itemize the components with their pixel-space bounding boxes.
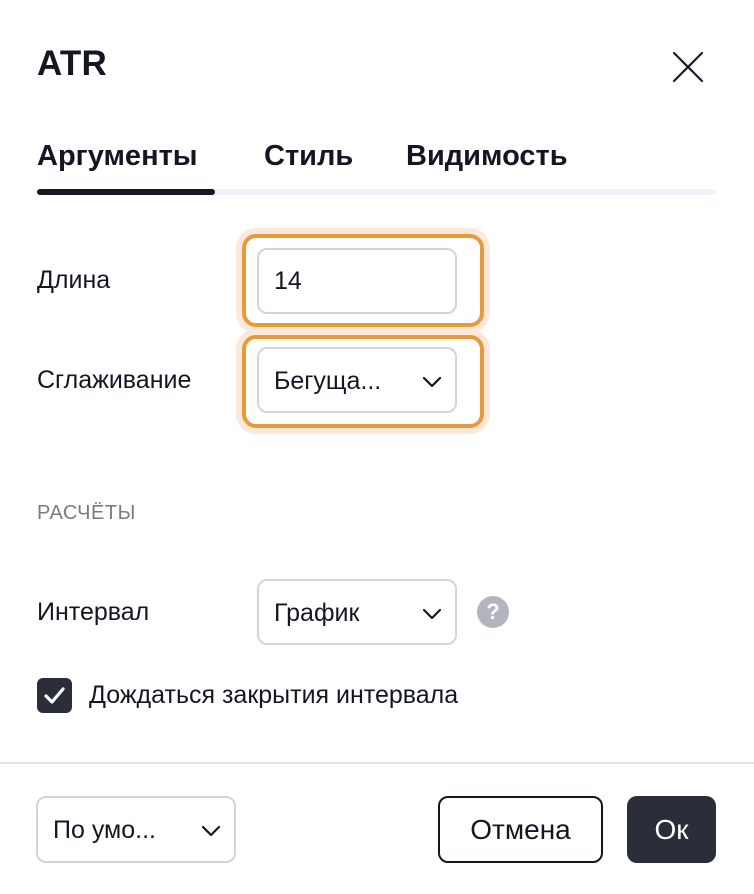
length-input[interactable] — [274, 267, 444, 296]
interval-label: Интервал — [37, 598, 150, 626]
interval-value: График — [274, 599, 360, 627]
tab-visibility[interactable]: Видимость — [406, 140, 568, 173]
interval-select[interactable]: График — [257, 579, 457, 645]
smoothing-value: Бегуща... — [274, 367, 382, 395]
checkmark-icon — [44, 687, 65, 704]
calculations-section-title: РАСЧЁТЫ — [37, 502, 136, 524]
tab-bar: Аргументы Стиль Видимость — [37, 136, 716, 198]
dialog-title: ATR — [37, 44, 107, 83]
footer-divider — [0, 762, 754, 764]
ok-button[interactable]: Ок — [627, 796, 716, 863]
tab-arguments[interactable]: Аргументы — [37, 140, 198, 173]
cancel-button[interactable]: Отмена — [438, 796, 603, 863]
wait-close-label[interactable]: Дождаться закрытия интервала — [89, 681, 458, 710]
length-label: Длина — [37, 266, 111, 294]
chevron-down-icon — [201, 825, 221, 837]
active-tab-indicator — [37, 189, 215, 195]
defaults-value: По умо... — [53, 816, 156, 844]
tab-style[interactable]: Стиль — [264, 140, 353, 173]
defaults-select[interactable]: По умо... — [36, 796, 236, 863]
close-icon — [672, 51, 704, 83]
smoothing-label: Сглаживание — [37, 366, 192, 394]
close-button[interactable] — [664, 44, 712, 90]
chevron-down-icon — [422, 376, 442, 388]
length-field[interactable] — [257, 248, 457, 314]
chevron-down-icon — [422, 608, 442, 620]
wait-close-checkbox[interactable] — [37, 678, 72, 713]
help-icon[interactable]: ? — [477, 596, 509, 628]
smoothing-select[interactable]: Бегуща... — [257, 347, 457, 413]
